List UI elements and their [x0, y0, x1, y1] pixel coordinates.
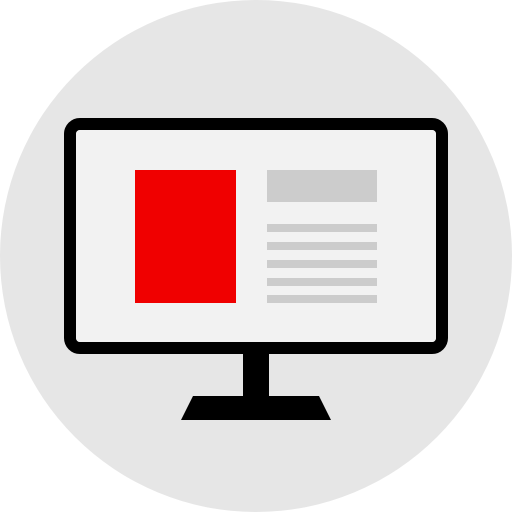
text-placeholder-line — [267, 242, 377, 250]
image-placeholder-block — [135, 170, 236, 303]
text-placeholder-line — [267, 260, 377, 268]
text-placeholder-line — [267, 278, 377, 286]
monitor-stand-neck — [243, 354, 269, 398]
monitor-frame — [64, 118, 448, 354]
text-placeholder-line — [267, 224, 377, 232]
monitor-screen — [76, 130, 436, 342]
monitor-stand-base — [181, 396, 331, 420]
title-placeholder-bar — [267, 170, 377, 202]
monitor-article-icon — [0, 0, 512, 512]
text-placeholder-line — [267, 295, 377, 303]
